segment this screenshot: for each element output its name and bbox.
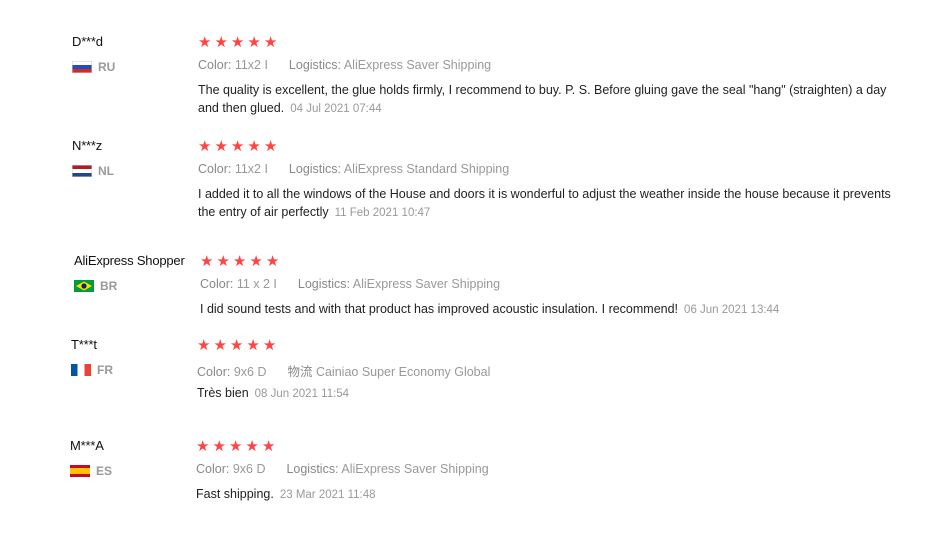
star-icon: ★ — [262, 337, 277, 354]
color-value: 11 x 2 I — [236, 277, 277, 291]
country-code: FR — [97, 363, 113, 377]
review-body: I added it to all the windows of the Hou… — [198, 187, 891, 219]
reviewer-country: BR — [74, 279, 117, 293]
star-icon: ★ — [249, 253, 263, 270]
star-icon: ★ — [198, 138, 212, 155]
color-label: Color: — [200, 277, 234, 291]
star-icon: ★ — [196, 438, 210, 455]
color-label: Color: — [198, 58, 232, 72]
brazil-flag-icon — [74, 280, 94, 292]
star-icon: ★ — [246, 337, 260, 354]
star-icon: ★ — [216, 253, 230, 270]
star-icon: ★ — [212, 438, 226, 455]
review-date: 04 Jul 2021 07:44 — [290, 103, 382, 115]
russia-flag-icon — [72, 61, 92, 73]
france-flag-icon — [71, 364, 91, 376]
review-sku-info: Color: 11 x 2 I Logistics: AliExpress Sa… — [200, 277, 500, 291]
star-icon: ★ — [230, 34, 245, 51]
country-code: RU — [98, 60, 116, 74]
logistics-value: AliExpress Standard Shipping — [343, 162, 510, 176]
color-label: Color: — [198, 162, 232, 176]
star-rating: ★ ★ ★ ★ ★ — [198, 139, 277, 154]
reviewer-name: D***d — [72, 34, 103, 49]
color-value: 9x6 D — [233, 365, 267, 379]
review-body: Fast shipping. — [196, 487, 274, 501]
logistics-value: AliExpress Saver Shipping — [343, 58, 492, 72]
star-icon: ★ — [230, 138, 245, 155]
star-icon: ★ — [213, 337, 227, 354]
color-value: 11x2 I — [234, 58, 268, 72]
review-body: Très bien — [197, 386, 249, 400]
star-rating: ★ ★ ★ ★ ★ — [198, 35, 277, 50]
star-rating: ★ ★ ★ ★ ★ — [200, 254, 279, 269]
reviewer-name: N***z — [72, 138, 103, 153]
review-date: 23 Mar 2021 11:48 — [279, 489, 376, 501]
netherlands-flag-icon — [72, 165, 92, 177]
star-icon: ★ — [247, 34, 261, 51]
star-icon: ★ — [229, 337, 244, 354]
star-icon: ★ — [263, 138, 278, 155]
review-text: I did sound tests and with that product … — [200, 300, 910, 319]
logistics-value: AliExpress Saver Shipping — [341, 462, 489, 476]
review-body: I did sound tests and with that product … — [200, 302, 679, 316]
reviewer-country: FR — [71, 363, 113, 377]
logistics-value: Cainiao Super Economy Global — [315, 365, 491, 379]
color-value: 9x6 D — [232, 462, 266, 476]
star-icon: ★ — [198, 34, 212, 51]
star-icon: ★ — [261, 438, 276, 455]
reviewer-country: ES — [70, 464, 112, 478]
spain-flag-icon — [70, 465, 90, 477]
star-icon: ★ — [197, 337, 211, 354]
review-sku-info: Color: 9x6 D 物流 Cainiao Super Economy Gl… — [197, 361, 490, 380]
review-text: Très bien 08 Jun 2021 11:54 — [197, 384, 907, 403]
review-date: 11 Feb 2021 10:47 — [334, 207, 431, 219]
review-text: The quality is excellent, the glue holds… — [198, 81, 908, 118]
star-rating: ★ ★ ★ ★ ★ — [196, 439, 275, 454]
review-sku-info: Color: 9x6 D Logistics: AliExpress Saver… — [196, 462, 489, 476]
color-label: Color: — [197, 365, 231, 379]
star-icon: ★ — [200, 253, 214, 270]
star-icon: ★ — [214, 34, 228, 51]
logistics-label: Logistics: — [288, 58, 342, 72]
reviewer-country: RU — [72, 60, 115, 74]
country-code: BR — [100, 279, 118, 293]
country-code: ES — [96, 464, 113, 478]
logistics-label: Logistics: — [288, 162, 342, 176]
star-icon: ★ — [265, 253, 280, 270]
review-date: 06 Jun 2021 13:44 — [684, 304, 780, 316]
country-code: NL — [98, 164, 114, 178]
logistics-value: AliExpress Saver Shipping — [352, 277, 501, 291]
color-label: Color: — [196, 462, 230, 476]
star-icon: ★ — [232, 253, 247, 270]
review-text: I added it to all the windows of the Hou… — [198, 185, 908, 222]
star-rating: ★ ★ ★ ★ ★ — [197, 338, 276, 353]
review-text: Fast shipping. 23 Mar 2021 11:48 — [196, 485, 906, 504]
star-icon: ★ — [228, 438, 243, 455]
reviewer-country: NL — [72, 164, 114, 178]
star-icon: ★ — [247, 138, 261, 155]
logistics-label: Logistics: — [297, 277, 350, 291]
logistics-label: Logistics: — [286, 462, 339, 476]
star-icon: ★ — [245, 438, 259, 455]
reviewer-name: M***A — [70, 438, 104, 453]
review-sku-info: Color: 11x2 I Logistics: AliExpress Save… — [198, 58, 491, 72]
review-date: 08 Jun 2021 11:54 — [254, 388, 350, 400]
star-icon: ★ — [263, 34, 278, 51]
reviewer-name: AliExpress Shopper — [74, 253, 185, 268]
color-value: 11x2 I — [234, 162, 268, 176]
logistics-label: 物流 — [287, 365, 313, 379]
review-sku-info: Color: 11x2 I Logistics: AliExpress Stan… — [198, 162, 509, 176]
reviewer-name: T***t — [71, 337, 97, 352]
star-icon: ★ — [214, 138, 228, 155]
